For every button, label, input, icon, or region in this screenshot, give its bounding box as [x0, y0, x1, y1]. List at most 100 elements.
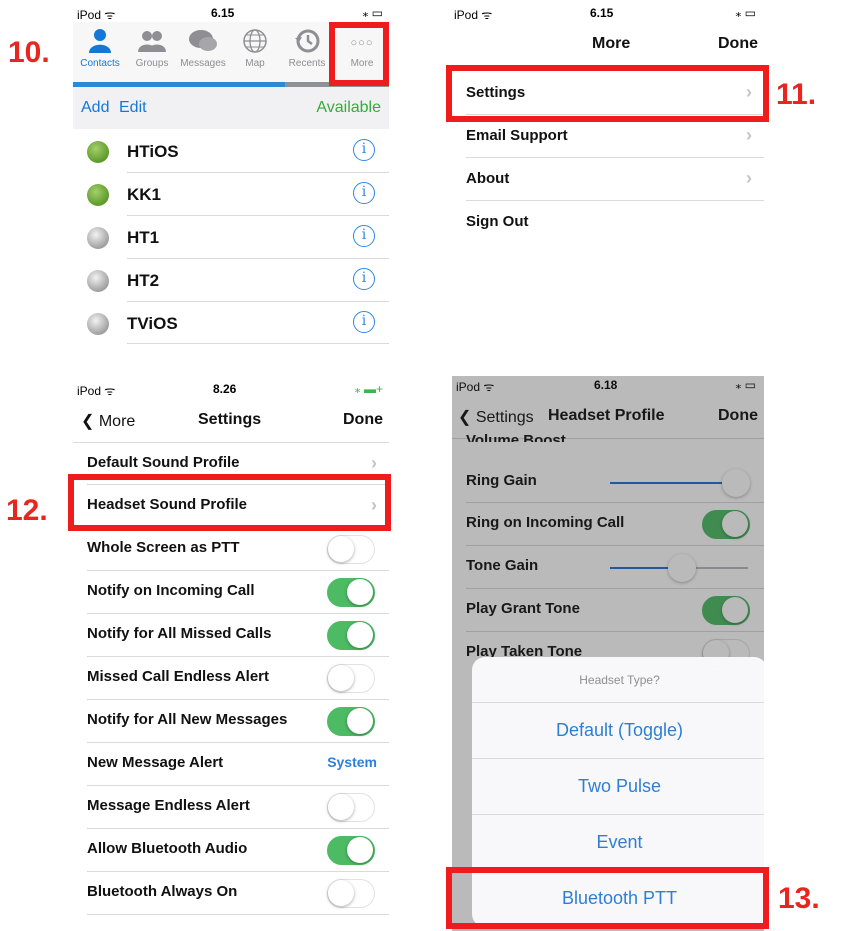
more-icon: ○○○: [350, 37, 374, 49]
whole-screen-ptt-toggle[interactable]: [327, 535, 375, 564]
nav-bar: ❮ More Settings Done: [73, 398, 389, 442]
contact-row[interactable]: HT2 i: [73, 258, 389, 301]
done-button[interactable]: Done: [718, 35, 758, 53]
settings-row-label: Notify for All New Messages: [87, 711, 288, 728]
message-endless-alert-toggle[interactable]: [327, 793, 375, 822]
tab-map[interactable]: Map: [228, 28, 282, 69]
clock-label: 8.26: [213, 382, 237, 396]
step-13-label: 13.: [778, 882, 820, 915]
settings-row-label: Notify on Incoming Call: [87, 582, 255, 599]
tab-groups[interactable]: Groups: [125, 28, 179, 69]
status-bar: iPod ᯤ 6.15 ⁎ ▭: [452, 4, 764, 22]
option-two-pulse[interactable]: Two Pulse: [472, 758, 764, 814]
globe-icon: [228, 28, 282, 58]
contacts-screen: iPod ᯤ 6.15 ⁎ ▭ Contacts Groups Messages: [73, 4, 389, 344]
info-icon[interactable]: i: [353, 225, 375, 247]
step-10-label: 10.: [8, 36, 50, 69]
chevron-right-icon: ›: [746, 82, 752, 102]
carrier-label: iPod ᯤ: [77, 8, 116, 22]
missed-call-endless-alert-toggle[interactable]: [327, 664, 375, 693]
battery-icon: ⁎ ▭: [362, 6, 383, 20]
notify-new-messages-toggle[interactable]: [327, 707, 375, 736]
divider: [87, 914, 389, 915]
menu-item-settings[interactable]: Settings ›: [452, 71, 764, 114]
info-icon[interactable]: i: [353, 139, 375, 161]
info-icon[interactable]: i: [353, 182, 375, 204]
back-button[interactable]: ❮ More: [81, 411, 135, 431]
allow-bluetooth-audio-toggle[interactable]: [327, 836, 375, 865]
clock-label: 6.15: [211, 6, 235, 20]
bluetooth-always-on-toggle[interactable]: [327, 879, 375, 908]
option-default-toggle[interactable]: Default (Toggle): [472, 702, 764, 758]
settings-row-label: New Message Alert: [87, 754, 224, 771]
menu-item-label: Sign Out: [466, 213, 529, 230]
chat-icon: [176, 28, 230, 58]
settings-row-label: Bluetooth Always On: [87, 883, 238, 900]
contact-name: TViOS: [127, 314, 178, 333]
info-icon[interactable]: i: [353, 268, 375, 290]
battery-icon: ⁎ ▬+: [354, 382, 383, 396]
option-bluetooth-ptt[interactable]: Bluetooth PTT: [472, 870, 764, 926]
contact-row[interactable]: KK1 i: [73, 172, 389, 215]
contact-row[interactable]: HTiOS i: [73, 129, 389, 172]
settings-row-new-message-alert[interactable]: New Message Alert System: [73, 742, 389, 785]
option-event[interactable]: Event: [472, 814, 764, 870]
status-bar: iPod ᯤ 8.26 ⁎ ▬+: [73, 380, 389, 398]
contact-row[interactable]: TViOS i: [73, 301, 389, 344]
settings-row-headset-sound-profile[interactable]: Headset Sound Profile ›: [73, 484, 389, 527]
contact-name: KK1: [127, 185, 162, 204]
notify-missed-calls-toggle[interactable]: [327, 621, 375, 650]
tab-groups-label: Groups: [135, 58, 169, 69]
divider: [452, 66, 764, 67]
menu-item-about[interactable]: About ›: [452, 157, 764, 200]
carrier-label: iPod ᯤ: [77, 384, 116, 398]
tab-recents-label: Recents: [288, 58, 326, 69]
divider: [127, 343, 389, 344]
more-screen: iPod ᯤ 6.15 ⁎ ▭ More Done Settings › Ema…: [452, 4, 764, 244]
tab-more-label: More: [350, 58, 374, 69]
person-icon: [73, 28, 127, 58]
done-button[interactable]: Done: [343, 411, 383, 429]
chevron-right-icon: ›: [746, 125, 752, 145]
menu-item-label: About: [466, 170, 510, 187]
settings-row-label: Missed Call Endless Alert: [87, 668, 270, 685]
offline-status-icon: [87, 313, 109, 335]
settings-row-default-sound-profile[interactable]: Default Sound Profile ›: [73, 442, 389, 485]
carrier-label: iPod ᯤ: [454, 8, 493, 22]
settings-row-notify-missed-calls: Notify for All Missed Calls: [73, 613, 389, 656]
add-button[interactable]: Add: [81, 99, 109, 117]
clock-label: 6.15: [590, 6, 614, 20]
settings-row-allow-bluetooth-audio: Allow Bluetooth Audio: [73, 828, 389, 871]
contact-row[interactable]: HT1 i: [73, 215, 389, 258]
edit-button[interactable]: Edit: [119, 99, 147, 117]
info-icon[interactable]: i: [353, 311, 375, 333]
tab-map-label: Map: [245, 58, 265, 69]
offline-status-icon: [87, 227, 109, 249]
headset-profile-screen: iPod ᯤ 6.18 ⁎ ▭ ❮ Settings Headset Profi…: [452, 376, 764, 931]
page-title: More: [592, 35, 631, 52]
tab-bar: Contacts Groups Messages Map Recents ○○○…: [73, 22, 389, 82]
contact-name: HTiOS: [127, 142, 179, 161]
new-message-alert-value: System: [327, 754, 377, 770]
tab-recents[interactable]: Recents: [280, 28, 334, 69]
tab-messages-label: Messages: [180, 58, 226, 69]
clock-icon: [280, 28, 334, 58]
tab-contacts[interactable]: Contacts: [73, 28, 127, 69]
settings-row-missed-call-endless-alert: Missed Call Endless Alert: [73, 656, 389, 699]
nav-bar: More Done: [452, 22, 764, 66]
availability-status[interactable]: Available: [316, 99, 381, 117]
online-status-icon: [87, 184, 109, 206]
settings-row-label: Allow Bluetooth Audio: [87, 840, 248, 857]
settings-row-label: Headset Sound Profile: [87, 496, 248, 513]
offline-status-icon: [87, 270, 109, 292]
settings-row-label: Whole Screen as PTT: [87, 539, 240, 556]
menu-item-email-support[interactable]: Email Support ›: [452, 114, 764, 157]
tab-messages[interactable]: Messages: [176, 28, 230, 69]
tab-contacts-label: Contacts: [80, 58, 120, 69]
menu-item-sign-out[interactable]: Sign Out: [452, 200, 764, 243]
settings-row-message-endless-alert: Message Endless Alert: [73, 785, 389, 828]
settings-row-bluetooth-always-on: Bluetooth Always On: [73, 871, 389, 914]
tab-more[interactable]: ○○○ More: [335, 28, 389, 69]
notify-incoming-call-toggle[interactable]: [327, 578, 375, 607]
step-12-label: 12.: [6, 494, 48, 527]
